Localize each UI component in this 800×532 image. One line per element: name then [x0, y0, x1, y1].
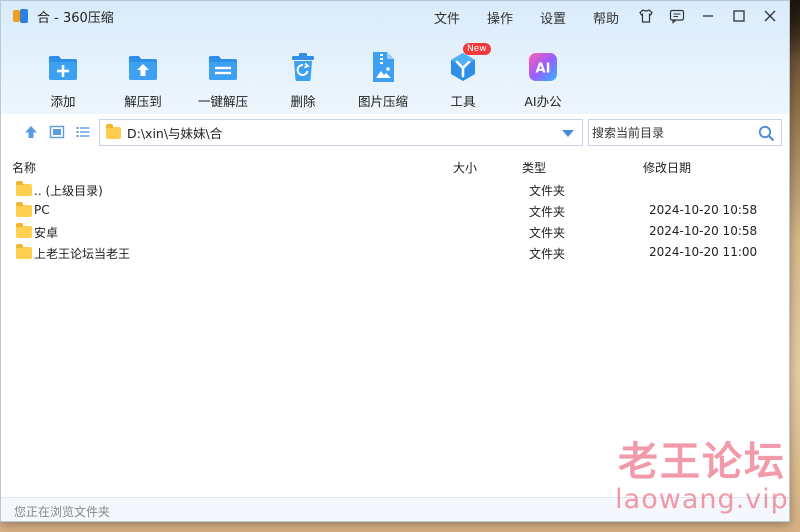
column-headers: 名称 大小 类型 修改日期	[1, 156, 789, 176]
search-input[interactable]	[592, 125, 752, 140]
watermark-title: 老王论坛	[618, 439, 786, 485]
file-list: .. (上级目录) 文件夹 PC 文件夹 2024-10-20 10:58 安卓…	[1, 179, 789, 263]
folder-icon	[16, 244, 32, 259]
extract-to-button[interactable]: 解压到	[103, 51, 183, 110]
menu-settings[interactable]: 设置	[540, 8, 566, 27]
menu-bar: 文件 操作 设置 帮助	[434, 8, 619, 27]
up-arrow-icon[interactable]	[23, 124, 39, 140]
image-compress-button[interactable]: 图片压缩	[343, 51, 423, 110]
view-thumbnail-icon[interactable]	[49, 124, 65, 140]
new-badge: New	[463, 43, 491, 55]
minimize-icon[interactable]	[697, 5, 719, 27]
delete-label: 删除	[290, 94, 316, 109]
tools-icon: New	[447, 43, 491, 83]
window-title: 合 - 360压缩	[37, 10, 114, 26]
file-name: PC	[34, 203, 50, 217]
file-modified: 2024-10-20 10:58	[649, 203, 758, 217]
address-row: D:\xin\与妹妹\合	[1, 117, 789, 147]
file-modified: 2024-10-20 11:00	[649, 245, 758, 259]
app-logo-icon	[13, 8, 29, 24]
file-modified: 2024-10-20 10:58	[649, 224, 758, 238]
file-name: .. (上级目录)	[34, 184, 103, 198]
folder-icon	[106, 123, 121, 139]
address-path: D:\xin\与妹妹\合	[127, 126, 223, 141]
search-icon[interactable]	[758, 125, 775, 142]
file-type: 文件夹	[529, 205, 566, 219]
add-label: 添加	[50, 94, 76, 109]
ai-icon: AI	[527, 51, 559, 83]
one-click-extract-button[interactable]: 一键解压	[183, 51, 263, 110]
chevron-down-icon[interactable]	[562, 130, 574, 137]
maximize-icon[interactable]	[728, 5, 750, 27]
menu-help[interactable]: 帮助	[593, 8, 619, 27]
image-compress-label: 图片压缩	[357, 94, 408, 109]
add-icon	[47, 51, 79, 83]
title-bar: 合 - 360压缩 文件 操作 设置 帮助	[1, 1, 789, 31]
file-type: 文件夹	[529, 184, 566, 198]
folder-icon	[16, 202, 32, 217]
window-controls	[635, 5, 781, 27]
address-bar[interactable]: D:\xin\与妹妹\合	[99, 119, 583, 146]
file-row[interactable]: PC 文件夹 2024-10-20 10:58	[1, 200, 789, 221]
file-row-parent[interactable]: .. (上级目录) 文件夹	[1, 179, 789, 200]
column-header-size[interactable]: 大小	[453, 159, 477, 176]
folder-icon	[16, 223, 32, 238]
column-header-modified[interactable]: 修改日期	[643, 159, 691, 176]
one-click-extract-label: 一键解压	[197, 94, 248, 109]
file-row[interactable]: 安卓 文件夹 2024-10-20 10:58	[1, 221, 789, 242]
menu-operation[interactable]: 操作	[487, 8, 513, 27]
feedback-icon[interactable]	[666, 5, 688, 27]
search-box	[588, 119, 782, 146]
watermark: 老王论坛 laowang.vip	[612, 440, 792, 516]
image-zip-icon	[367, 51, 399, 83]
ai-office-label: AI办公	[524, 94, 562, 109]
watermark-url: laowang.vip	[615, 484, 789, 515]
ai-office-button[interactable]: AI AI办公	[503, 51, 583, 110]
extract-icon	[127, 51, 159, 83]
tools-button[interactable]: New 工具	[423, 43, 503, 110]
file-name: 安卓	[34, 226, 59, 240]
column-header-name[interactable]: 名称	[12, 159, 36, 176]
tools-label: 工具	[450, 94, 476, 109]
ai-icon-text: AI	[536, 62, 551, 77]
view-list-icon[interactable]	[75, 124, 91, 140]
main-toolbar: 添加 解压到 一键解压 删除 图片压缩 New 工具 AI AI办公	[1, 43, 789, 110]
extract-to-label: 解压到	[124, 94, 162, 109]
trash-icon	[287, 51, 319, 83]
one-click-extract-icon	[207, 51, 239, 83]
file-row[interactable]: 上老王论坛当老王 文件夹 2024-10-20 11:00	[1, 242, 789, 263]
file-type: 文件夹	[529, 247, 566, 261]
skin-icon[interactable]	[635, 5, 657, 27]
status-text: 您正在浏览文件夹	[14, 505, 111, 519]
folder-icon	[16, 181, 32, 196]
menu-file[interactable]: 文件	[434, 8, 460, 27]
file-name: 上老王论坛当老王	[34, 247, 131, 261]
close-icon[interactable]	[759, 5, 781, 27]
top-panel: 合 - 360压缩 文件 操作 设置 帮助 添加 解压到 一键解压 删除 图片压…	[1, 1, 789, 114]
file-type: 文件夹	[529, 226, 566, 240]
delete-button[interactable]: 删除	[263, 51, 343, 110]
add-button[interactable]: 添加	[23, 51, 103, 110]
column-header-type[interactable]: 类型	[522, 159, 546, 176]
